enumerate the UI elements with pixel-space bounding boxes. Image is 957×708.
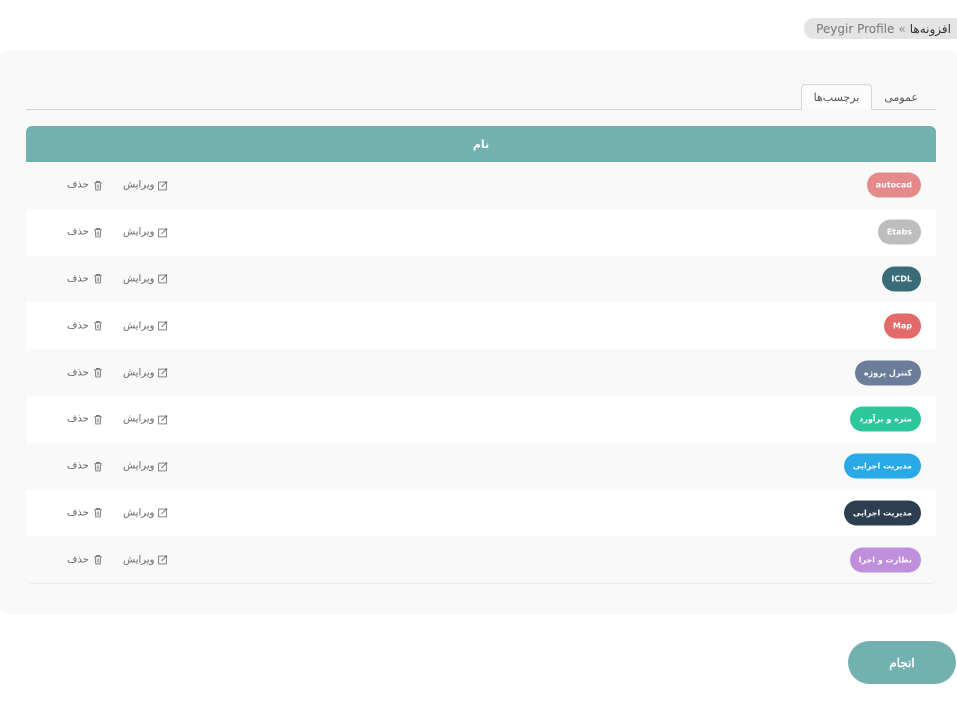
- delete-label: حذف: [67, 460, 89, 472]
- delete-button[interactable]: حذف: [67, 414, 103, 425]
- trash-icon: [93, 414, 103, 425]
- delete-label: حذف: [67, 413, 89, 425]
- edit-icon: [158, 508, 168, 518]
- table-row: مدیریت اجرایی ویرایش حذف: [26, 442, 936, 490]
- tag-badge: autocad: [866, 172, 921, 198]
- tag-badge: مدیریت اجرایی: [843, 500, 921, 526]
- delete-button[interactable]: حذف: [67, 507, 103, 518]
- table-row: Map ویرایش حذف: [26, 302, 936, 350]
- edit-label: ویرایش: [123, 460, 155, 472]
- table-body: autocad ویرایش حذف Etabs ویرایش حذف ICDL…: [26, 162, 936, 584]
- trash-icon: [93, 368, 103, 378]
- edit-button[interactable]: ویرایش: [123, 180, 168, 191]
- edit-label: ویرایش: [123, 554, 155, 566]
- breadcrumb-link-peygir-profile[interactable]: Peygir Profile: [816, 22, 894, 36]
- breadcrumb-current: افزونه‌ها: [909, 21, 951, 36]
- edit-icon: [158, 555, 168, 565]
- tab-bar: عمومی برچسب‌ها: [26, 84, 936, 110]
- edit-label: ویرایش: [123, 413, 155, 425]
- table-row: نظارت و اجرا ویرایش حذف: [26, 536, 936, 584]
- table-row: Etabs ویرایش حذف: [26, 208, 936, 256]
- edit-button[interactable]: ویرایش: [123, 507, 168, 518]
- edit-icon: [158, 274, 168, 284]
- delete-label: حذف: [67, 179, 89, 191]
- delete-button[interactable]: حذف: [67, 367, 103, 378]
- edit-icon: [158, 180, 168, 191]
- delete-button[interactable]: حذف: [67, 320, 103, 331]
- table-row: ICDL ویرایش حذف: [26, 255, 936, 303]
- table-row: متره و برآورد ویرایش حذف: [26, 395, 936, 443]
- tag-badge: متره و برآورد: [850, 406, 921, 432]
- delete-label: حذف: [67, 507, 89, 519]
- trash-icon: [93, 274, 103, 284]
- delete-button[interactable]: حذف: [67, 554, 103, 565]
- table-header-name: نام: [26, 126, 936, 162]
- edit-button[interactable]: ویرایش: [123, 554, 168, 565]
- delete-label: حذف: [67, 320, 89, 332]
- tab-tags[interactable]: برچسب‌ها: [800, 84, 873, 110]
- delete-button[interactable]: حذف: [67, 180, 103, 191]
- edit-button[interactable]: ویرایش: [123, 461, 168, 472]
- edit-button[interactable]: ویرایش: [123, 414, 168, 425]
- edit-button[interactable]: ویرایش: [123, 320, 168, 331]
- breadcrumb-separator: »: [898, 21, 906, 36]
- trash-icon: [93, 555, 103, 565]
- trash-icon: [93, 461, 103, 472]
- tab-general[interactable]: عمومی: [872, 85, 930, 109]
- edit-label: ویرایش: [123, 273, 155, 285]
- delete-label: حذف: [67, 367, 89, 379]
- edit-label: ویرایش: [123, 367, 155, 379]
- delete-button[interactable]: حذف: [67, 227, 103, 238]
- trash-icon: [93, 508, 103, 518]
- edit-icon: [158, 368, 168, 378]
- edit-label: ویرایش: [123, 179, 155, 191]
- trash-icon: [93, 180, 103, 191]
- delete-label: حذف: [67, 226, 89, 238]
- delete-button[interactable]: حذف: [67, 461, 103, 472]
- edit-label: ویرایش: [123, 507, 155, 519]
- edit-button[interactable]: ویرایش: [123, 227, 168, 238]
- edit-label: ویرایش: [123, 226, 155, 238]
- trash-icon: [93, 321, 103, 331]
- tag-badge: Etabs: [877, 219, 921, 245]
- edit-icon: [158, 414, 168, 425]
- delete-label: حذف: [67, 554, 89, 566]
- tag-badge: مدیریت اجرایی: [843, 453, 921, 479]
- table-row: کنترل پروژه ویرایش حذف: [26, 349, 936, 396]
- breadcrumb: افزونه‌ها » Peygir Profile: [804, 18, 957, 39]
- edit-button[interactable]: ویرایش: [123, 273, 168, 284]
- edit-icon: [158, 227, 168, 238]
- table-row: autocad ویرایش حذف: [26, 162, 936, 209]
- done-button[interactable]: انجام: [848, 641, 956, 684]
- tag-badge: کنترل پروژه: [854, 360, 921, 386]
- tag-badge: Map: [883, 313, 921, 339]
- edit-label: ویرایش: [123, 320, 155, 332]
- edit-icon: [158, 321, 168, 331]
- trash-icon: [93, 227, 103, 238]
- tags-table: نام autocad ویرایش حذف Etabs ویرایش حذف …: [26, 126, 936, 585]
- edit-icon: [158, 461, 168, 472]
- edit-button[interactable]: ویرایش: [123, 367, 168, 378]
- tag-badge: ICDL: [882, 266, 921, 292]
- delete-label: حذف: [67, 273, 89, 285]
- tag-badge: نظارت و اجرا: [849, 547, 921, 573]
- table-row: مدیریت اجرایی ویرایش حذف: [26, 489, 936, 537]
- delete-button[interactable]: حذف: [67, 273, 103, 284]
